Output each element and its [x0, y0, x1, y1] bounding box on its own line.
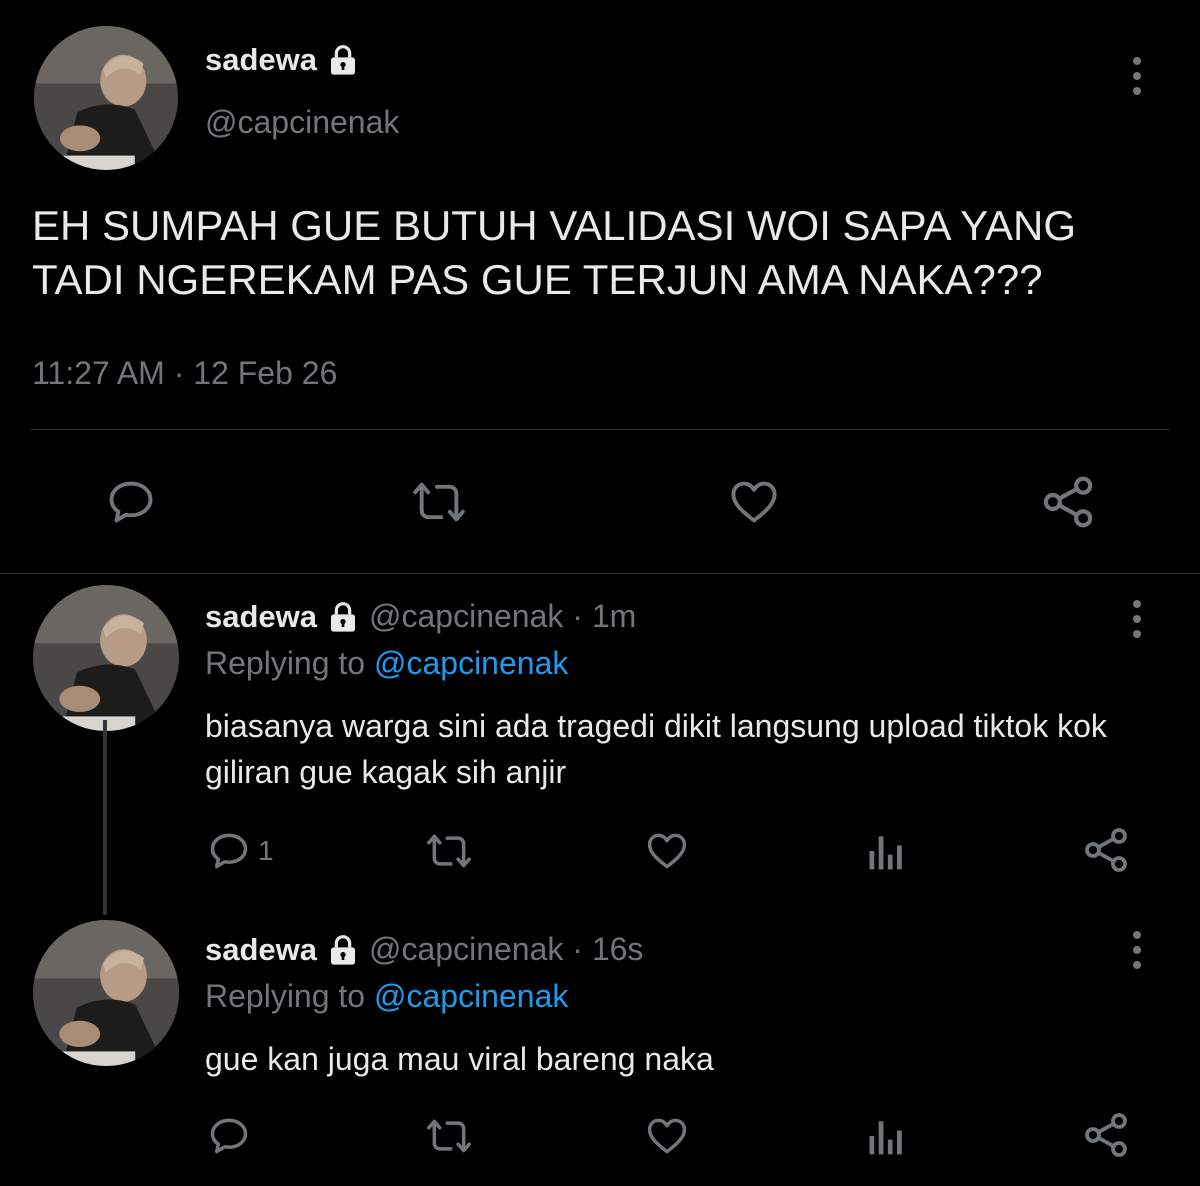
reply-text: biasanya warga sini ada tragedi dikit la… — [205, 708, 1107, 790]
replying-to-mention[interactable]: @capcinenak — [374, 978, 568, 1014]
like-icon[interactable] — [643, 829, 691, 873]
share-icon[interactable] — [1082, 1111, 1130, 1159]
replying-prefix: Replying to — [205, 978, 374, 1014]
like-icon[interactable] — [643, 1114, 691, 1158]
avatar-photo — [33, 920, 179, 1066]
lock-icon — [331, 934, 356, 965]
author-handle[interactable]: @capcinenak — [205, 104, 399, 141]
author-name-row[interactable]: sadewa — [205, 42, 359, 78]
reply-header: sadewa @capcinenak · 1m — [205, 598, 636, 635]
tweet-timestamp[interactable]: 11:27 AM · 12 Feb 26 — [32, 355, 337, 392]
avatar-photo — [34, 26, 178, 170]
avatar-photo — [33, 585, 179, 731]
replying-to-mention[interactable]: @capcinenak — [374, 645, 568, 681]
author-name[interactable]: sadewa — [205, 42, 317, 78]
lock-icon — [331, 45, 356, 75]
section-divider — [0, 573, 1200, 574]
reply-icon[interactable] — [206, 1114, 252, 1158]
reply-handle-time[interactable]: @capcinenak · 1m — [369, 598, 636, 635]
reply-handle-time[interactable]: @capcinenak · 16s — [369, 931, 643, 968]
share-icon[interactable] — [1082, 826, 1130, 874]
reply-icon[interactable] — [104, 476, 158, 528]
reply-avatar[interactable] — [33, 920, 179, 1066]
reply-text: gue kan juga mau viral bareng naka — [205, 1041, 714, 1077]
tweet-text: EH SUMPAH GUE BUTUH VALIDASI WOI SAPA YA… — [32, 202, 1076, 303]
analytics-icon[interactable] — [866, 829, 906, 873]
retweet-icon[interactable] — [410, 476, 468, 528]
reply-count: 1 — [258, 835, 274, 866]
author-avatar[interactable] — [34, 26, 178, 170]
thread-line — [103, 720, 107, 915]
reply-icon[interactable] — [206, 829, 252, 873]
replying-prefix: Replying to — [205, 645, 374, 681]
reply-header: sadewa @capcinenak · 16s — [205, 931, 643, 968]
more-options-icon[interactable] — [1130, 57, 1144, 95]
replying-to: Replying to @capcinenak — [205, 645, 568, 682]
like-icon[interactable] — [726, 476, 782, 528]
lock-icon — [331, 601, 356, 632]
divider — [30, 429, 1170, 430]
retweet-icon[interactable] — [424, 1114, 474, 1158]
more-options-icon[interactable] — [1130, 600, 1144, 638]
replying-to: Replying to @capcinenak — [205, 978, 568, 1015]
reply-avatar[interactable] — [33, 585, 179, 731]
reply-author-name[interactable]: sadewa — [205, 599, 317, 635]
retweet-icon[interactable] — [424, 829, 474, 873]
share-icon[interactable] — [1040, 474, 1096, 530]
more-options-icon[interactable] — [1130, 931, 1144, 969]
reply-author-name[interactable]: sadewa — [205, 932, 317, 968]
analytics-icon[interactable] — [866, 1114, 906, 1158]
